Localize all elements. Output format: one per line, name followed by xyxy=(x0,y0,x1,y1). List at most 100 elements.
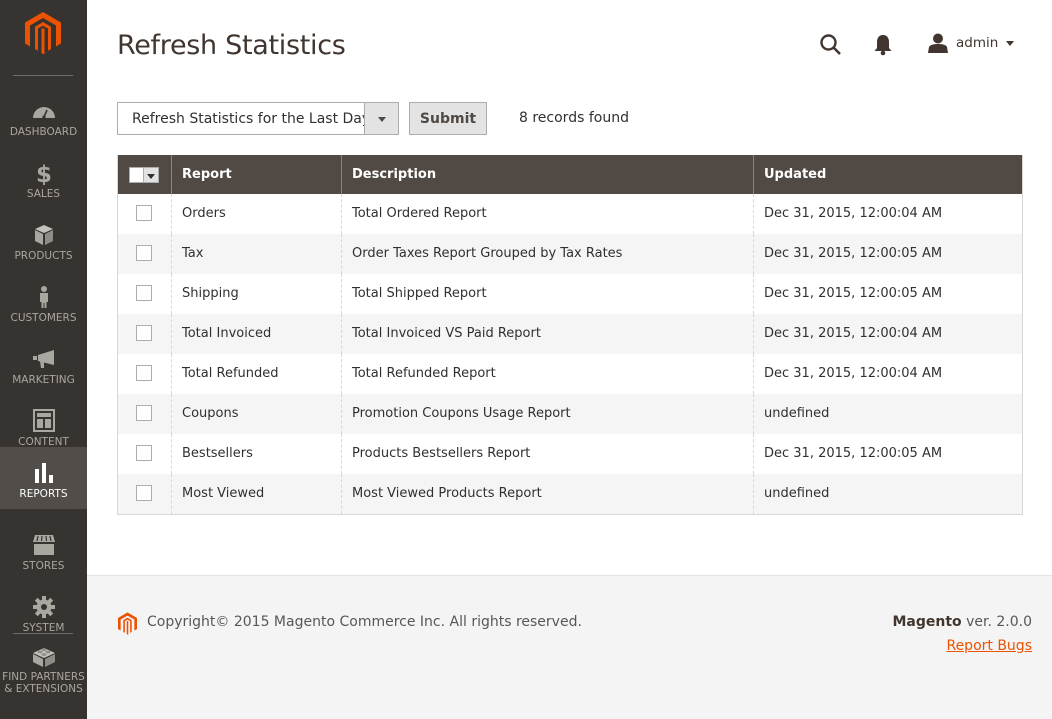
row-select-cell xyxy=(118,194,171,234)
table-row[interactable]: Shipping Total Shipped Report Dec 31, 2015… xyxy=(118,274,1022,314)
sidebar-item-dashboard[interactable]: DASHBOARD xyxy=(0,85,87,147)
updated-cell: undefined xyxy=(753,394,1022,434)
row-checkbox[interactable] xyxy=(136,445,152,461)
refresh-action-select[interactable]: Refresh Statistics for the Last Day xyxy=(117,102,399,135)
sidebar-item-label: SALES xyxy=(26,188,61,200)
statistics-grid: Report Description Updated Orders Total O… xyxy=(117,155,1023,515)
report-cell: Total Refunded xyxy=(171,354,341,394)
column-header-updated[interactable]: Updated xyxy=(753,155,1022,194)
megaphone-icon xyxy=(32,350,54,368)
table-row[interactable]: Most Viewed Most Viewed Products Report un… xyxy=(118,474,1022,514)
person-icon xyxy=(39,286,48,308)
sidebar-item-label: DASHBOARD xyxy=(9,126,78,138)
description-cell: Promotion Coupons Usage Report xyxy=(341,394,753,434)
sidebar-item-partners-extensions[interactable]: FIND PARTNERS & EXTENSIONS xyxy=(0,630,87,705)
notifications-bell-icon[interactable] xyxy=(873,34,893,56)
page-footer: Copyright© 2015 Magento Commerce Inc. Al… xyxy=(87,575,1052,719)
updated-cell: Dec 31, 2015, 12:00:05 AM xyxy=(753,434,1022,474)
chevron-down-icon[interactable] xyxy=(144,167,159,183)
row-select-cell xyxy=(118,434,171,474)
table-row[interactable]: Tax Order Taxes Report Grouped by Tax Rat… xyxy=(118,234,1022,274)
report-cell: Total Invoiced xyxy=(171,314,341,354)
product-name: Magento xyxy=(892,614,962,630)
description-cell: Total Refunded Report xyxy=(341,354,753,394)
sidebar-item-products[interactable]: PRODUCTS xyxy=(0,209,87,271)
table-row[interactable]: Bestsellers Products Bestsellers Report De… xyxy=(118,434,1022,474)
row-checkbox[interactable] xyxy=(136,325,152,341)
lego-brick-icon xyxy=(32,648,55,667)
svg-text:$: $ xyxy=(35,162,51,185)
row-checkbox[interactable] xyxy=(136,205,152,221)
table-row[interactable]: Orders Total Ordered Report Dec 31, 2015, … xyxy=(118,194,1022,234)
mass-select-dropdown[interactable] xyxy=(129,167,159,183)
row-checkbox[interactable] xyxy=(136,285,152,301)
row-select-cell xyxy=(118,234,171,274)
sidebar-item-label: REPORTS xyxy=(19,488,68,500)
row-checkbox[interactable] xyxy=(136,245,152,261)
mass-action-header xyxy=(118,155,171,194)
storefront-icon xyxy=(32,535,55,555)
box-icon xyxy=(34,225,53,245)
column-header-report[interactable]: Report xyxy=(171,155,341,194)
description-cell: Order Taxes Report Grouped by Tax Rates xyxy=(341,234,753,274)
row-select-cell xyxy=(118,474,171,514)
description-cell: Total Invoiced VS Paid Report xyxy=(341,314,753,354)
report-cell: Coupons xyxy=(171,394,341,434)
sidebar-item-stores[interactable]: STORES xyxy=(0,519,87,581)
sidebar-item-marketing[interactable]: MARKETING xyxy=(0,333,87,395)
table-row[interactable]: Total Invoiced Total Invoiced VS Paid Rep… xyxy=(118,314,1022,354)
description-cell: Most Viewed Products Report xyxy=(341,474,753,514)
magento-logo-icon xyxy=(118,612,137,635)
user-avatar-icon xyxy=(928,33,948,53)
updated-cell: Dec 31, 2015, 12:00:04 AM xyxy=(753,354,1022,394)
updated-cell: Dec 31, 2015, 12:00:05 AM xyxy=(753,274,1022,314)
sidebar-item-label: PRODUCTS xyxy=(14,250,73,262)
sidebar-item-customers[interactable]: CUSTOMERS xyxy=(0,271,87,333)
chevron-down-icon[interactable] xyxy=(364,103,398,134)
sidebar-item-label: & EXTENSIONS xyxy=(4,683,83,695)
description-cell: Total Shipped Report xyxy=(341,274,753,314)
admin-user-menu[interactable]: admin xyxy=(928,32,1015,54)
sidebar-divider xyxy=(13,75,73,76)
sidebar-item-label: FIND PARTNERS xyxy=(2,671,85,683)
admin-sidebar: DASHBOARD $ SALES PRODUCTS CUSTOMERS MAR… xyxy=(0,0,87,719)
row-checkbox[interactable] xyxy=(136,485,152,501)
version-info: Magento ver. 2.0.0 xyxy=(892,614,1032,630)
table-row[interactable]: Total Refunded Total Refunded Report Dec 3… xyxy=(118,354,1022,394)
gear-icon xyxy=(32,596,55,618)
page-title: Refresh Statistics xyxy=(117,30,346,61)
description-cell: Products Bestsellers Report xyxy=(341,434,753,474)
row-checkbox[interactable] xyxy=(136,365,152,381)
report-cell: Shipping xyxy=(171,274,341,314)
sidebar-item-reports[interactable]: REPORTS xyxy=(0,447,87,509)
dollar-icon: $ xyxy=(35,162,51,185)
column-header-description[interactable]: Description xyxy=(341,155,753,194)
grid-header: Report Description Updated xyxy=(118,155,1022,194)
magento-logo-icon[interactable] xyxy=(25,12,61,54)
report-cell: Most Viewed xyxy=(171,474,341,514)
row-select-cell xyxy=(118,274,171,314)
admin-username: admin xyxy=(956,35,999,51)
row-select-cell xyxy=(118,314,171,354)
updated-cell: undefined xyxy=(753,474,1022,514)
updated-cell: Dec 31, 2015, 12:00:05 AM xyxy=(753,234,1022,274)
version-number: ver. 2.0.0 xyxy=(961,614,1032,630)
select-all-checkbox[interactable] xyxy=(129,167,144,183)
layout-icon xyxy=(32,409,55,432)
table-row[interactable]: Coupons Promotion Coupons Usage Report und… xyxy=(118,394,1022,434)
grid-body: Orders Total Ordered Report Dec 31, 2015, … xyxy=(118,194,1022,514)
submit-button[interactable]: Submit xyxy=(409,102,487,135)
sidebar-item-label: STORES xyxy=(22,560,65,572)
description-cell: Total Ordered Report xyxy=(341,194,753,234)
row-select-cell xyxy=(118,394,171,434)
report-cell: Orders xyxy=(171,194,341,234)
refresh-action-selected-value: Refresh Statistics for the Last Day xyxy=(132,111,371,127)
row-select-cell xyxy=(118,354,171,394)
search-icon[interactable] xyxy=(819,33,843,57)
updated-cell: Dec 31, 2015, 12:00:04 AM xyxy=(753,194,1022,234)
bar-chart-icon xyxy=(34,463,53,483)
row-checkbox[interactable] xyxy=(136,405,152,421)
dashboard-gauge-icon xyxy=(32,107,55,119)
report-bugs-link[interactable]: Report Bugs xyxy=(946,638,1032,654)
sidebar-item-sales[interactable]: $ SALES xyxy=(0,147,87,209)
